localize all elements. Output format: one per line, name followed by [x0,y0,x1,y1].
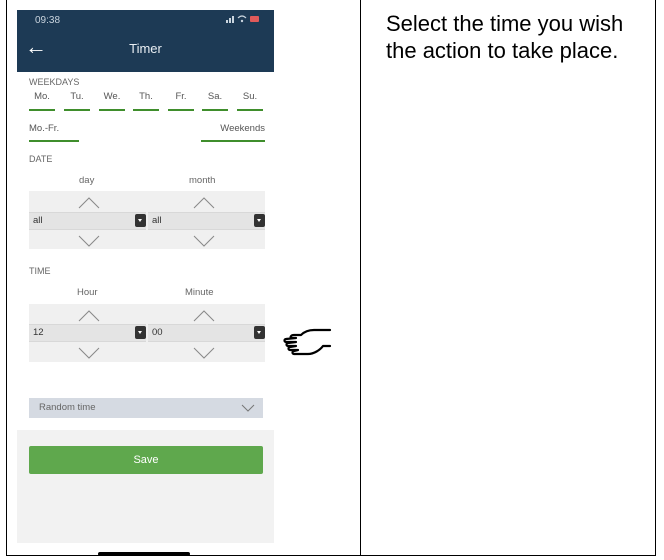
weekday-label: Sa. [207,91,223,102]
chevron-down-icon [241,404,255,412]
weekday-underline [237,109,263,111]
preset-label: Weekends [220,123,265,134]
dropdown-arrow-icon [135,326,146,339]
day-up-chevron-icon[interactable] [78,197,100,209]
minute-down-chevron-icon[interactable] [193,347,215,359]
minute-column-label: Minute [185,287,214,298]
weekday-label: Fr. [175,91,187,102]
dropdown-arrow-icon [254,214,265,227]
random-time-label: Random time [39,402,96,413]
preset-underline [201,140,265,142]
weekday-label: Su. [242,91,258,102]
day-down-chevron-icon[interactable] [78,235,100,247]
weekday-underline [133,109,159,111]
month-value: all [152,215,162,226]
month-down-chevron-icon[interactable] [193,235,215,247]
signal-wifi-battery-icon [226,15,259,23]
home-indicator [98,552,190,556]
time-label: TIME [29,266,51,276]
day-select[interactable]: all [29,212,146,230]
weekday-underline [99,109,125,111]
weekday-fr[interactable]: Fr. [168,91,194,111]
weekday-label: We. [103,91,121,102]
minute-up-chevron-icon[interactable] [193,310,215,322]
preset-mo-fr-button[interactable]: Mo.-Fr. [29,123,79,142]
preset-weekends-button[interactable]: Weekends [201,123,265,142]
weekday-label: Th. [139,91,153,102]
minute-value: 00 [152,327,163,338]
weekday-underline [64,109,90,111]
page-title: Timer [129,41,162,56]
weekday-underline [29,109,55,111]
weekday-th[interactable]: Th. [133,91,159,111]
status-icons [226,14,260,27]
phone-screen: 09:38 ← Timer WEEKDAYS Mo. Tu. We. Th. F… [17,10,274,543]
date-label: DATE [29,154,53,164]
preset-label: Mo.-Fr. [29,123,60,134]
hour-value: 12 [33,327,44,338]
weekday-underline [202,109,228,111]
weekday-tu[interactable]: Tu. [64,91,90,111]
hour-down-chevron-icon[interactable] [78,347,100,359]
pointing-hand-icon [283,328,332,356]
timer-form: WEEKDAYS Mo. Tu. We. Th. Fr. Sa. Su. Mo.… [17,72,274,430]
status-bar: 09:38 [17,10,274,30]
weekdays-label: WEEKDAYS [29,77,80,87]
save-button[interactable]: Save [29,446,263,474]
hour-up-chevron-icon[interactable] [78,310,100,322]
hour-column-label: Hour [77,287,98,298]
column-divider [360,0,361,556]
weekday-su[interactable]: Su. [237,91,263,111]
day-value: all [33,215,43,226]
dropdown-arrow-icon [135,214,146,227]
preset-underline [29,140,79,142]
month-up-chevron-icon[interactable] [193,197,215,209]
month-column-label: month [189,175,216,186]
instruction-text: Select the time you wish the action to t… [386,11,624,63]
nav-bar: ← Timer [17,30,274,72]
hour-select[interactable]: 12 [29,324,146,342]
random-time-dropdown[interactable]: Random time [29,398,263,418]
weekday-mo[interactable]: Mo. [29,91,55,111]
weekday-label: Tu. [70,91,84,102]
weekday-sa[interactable]: Sa. [202,91,228,111]
status-time: 09:38 [35,15,61,26]
weekday-we[interactable]: We. [99,91,125,111]
weekday-label: Mo. [34,91,50,102]
month-select[interactable]: all [148,212,265,230]
minute-select[interactable]: 00 [148,324,265,342]
day-column-label: day [79,175,95,186]
weekday-underline [168,109,194,111]
dropdown-arrow-icon [254,326,265,339]
